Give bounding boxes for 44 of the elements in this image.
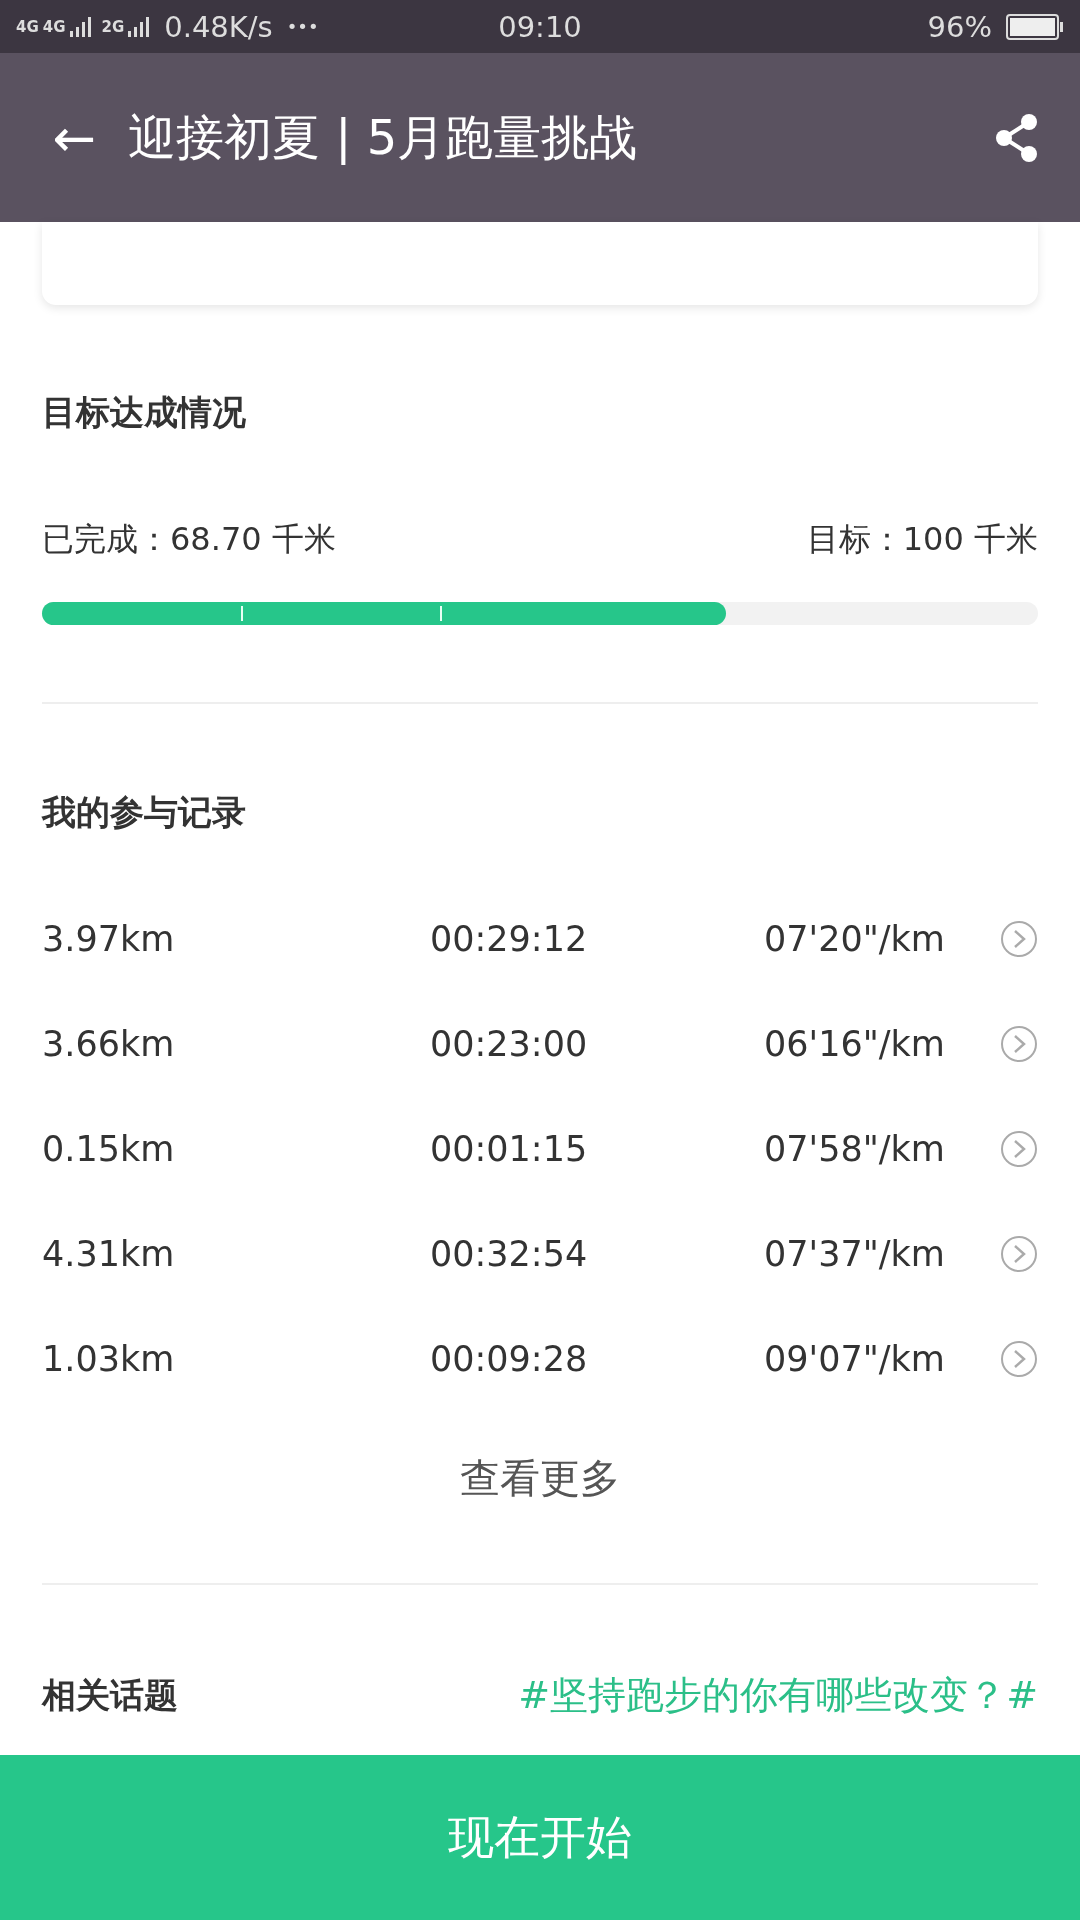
signal-icon <box>128 16 151 37</box>
chevron-right-icon <box>1000 1129 1038 1168</box>
pace-text: 06'16"/km <box>764 1023 946 1064</box>
pace-text: 09'07"/km <box>764 1338 946 1379</box>
page-title: 迎接初夏 | 5月跑量挑战 <box>128 107 639 167</box>
distance-text: 3.66km <box>42 1023 176 1064</box>
section-title: 我的参与记录 <box>42 791 247 834</box>
share-icon[interactable] <box>994 112 1040 163</box>
network-speed: 0.48K/s <box>164 9 273 44</box>
duration-text: 00:23:00 <box>430 1023 589 1064</box>
chevron-right-icon <box>1000 919 1038 958</box>
distance-text: 1.03km <box>42 1338 176 1379</box>
chevron-right-icon <box>1000 1024 1038 1063</box>
distance-text: 3.97km <box>42 918 176 959</box>
record-row[interactable]: 1.03km 00:09:28 09'07"/km <box>42 1306 1038 1411</box>
duration-text: 00:29:12 <box>430 918 589 959</box>
duration-text: 00:09:28 <box>430 1338 589 1379</box>
signal-icon <box>69 16 92 37</box>
section-title: 目标达成情况 <box>42 391 247 434</box>
more-icon: ••• <box>286 16 319 37</box>
pace-text: 07'20"/km <box>764 918 946 959</box>
back-button[interactable]: ← <box>44 107 104 168</box>
record-row[interactable]: 4.31km 00:32:54 07'37"/km <box>42 1201 1038 1306</box>
pace-text: 07'58"/km <box>764 1128 946 1169</box>
completed-distance: 已完成：68.70 千米 <box>42 519 336 560</box>
view-more-link[interactable]: 查看更多 <box>460 1451 620 1506</box>
network-label: 4G <box>42 17 66 36</box>
duration-text: 00:32:54 <box>430 1233 589 1274</box>
target-distance: 目标：100 千米 <box>806 519 1038 560</box>
network-label: 2G <box>101 17 125 36</box>
chevron-right-icon <box>1000 1339 1038 1378</box>
record-row[interactable]: 0.15km 00:01:15 07'58"/km <box>42 1096 1038 1201</box>
network-label: 4G <box>16 17 39 36</box>
battery-level: 96% <box>927 9 992 44</box>
duration-text: 00:01:15 <box>430 1128 589 1169</box>
chevron-right-icon <box>1000 1234 1038 1273</box>
battery-icon <box>1006 13 1064 40</box>
record-row[interactable]: 3.66km 00:23:00 06'16"/km <box>42 991 1038 1096</box>
clock: 09:10 <box>498 9 582 44</box>
distance-text: 0.15km <box>42 1128 176 1169</box>
distance-text: 4.31km <box>42 1233 176 1274</box>
record-row[interactable]: 3.97km 00:29:12 07'20"/km <box>42 886 1038 991</box>
pace-text: 07'37"/km <box>764 1233 946 1274</box>
section-title: 相关话题 <box>42 1673 178 1717</box>
